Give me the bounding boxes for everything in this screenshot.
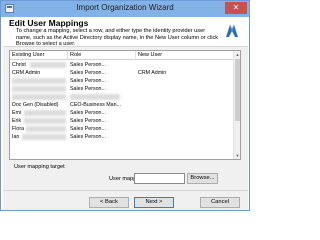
column-header-new-user[interactable]: New User xyxy=(136,51,234,60)
redacted-name xyxy=(22,134,66,140)
redacted-name xyxy=(24,110,66,116)
cell-role: Sales Person... xyxy=(70,134,106,140)
column-header-role[interactable]: Role xyxy=(68,51,136,60)
scroll-thumb[interactable] xyxy=(235,59,240,121)
wizard-content: Edit User Mappings To change a mapping, … xyxy=(3,17,248,210)
redacted-name xyxy=(24,118,66,124)
cell-role: Sales Person... xyxy=(70,126,106,132)
footer-divider xyxy=(3,190,248,191)
redacted-name xyxy=(30,62,66,68)
cell-new-user[interactable] xyxy=(136,85,234,93)
table-row[interactable]: Doc Gen (Disabled) CEO-Business Man... xyxy=(10,101,234,109)
cell-new-user[interactable] xyxy=(136,109,234,117)
back-button[interactable]: < Back xyxy=(89,197,129,208)
cell-existing-user: CRM Admin xyxy=(12,70,41,76)
redacted-role xyxy=(70,94,120,100)
cell-role: Sales Person... xyxy=(70,62,106,68)
cell-new-user[interactable] xyxy=(136,101,234,109)
redacted-name xyxy=(12,94,66,100)
cancel-button[interactable]: Cancel xyxy=(200,197,240,208)
cell-existing-user: Doc Gen (Disabled) xyxy=(12,102,59,108)
column-header-existing-user[interactable]: Existing User xyxy=(10,51,68,60)
page-title: Edit User Mappings xyxy=(9,18,89,28)
grid-header: Existing User Role New User xyxy=(10,51,234,60)
page-description: To change a mapping, select a row, and e… xyxy=(16,28,219,47)
dynamics-logo-icon xyxy=(226,24,238,37)
cell-new-user[interactable] xyxy=(136,93,234,101)
wizard-header: Edit User Mappings To change a mapping, … xyxy=(3,17,248,47)
window-title: Import Organization Wizard xyxy=(76,3,174,12)
table-row[interactable]: Sales Person... xyxy=(10,85,234,93)
vertical-scrollbar[interactable]: ▲ ▼ xyxy=(233,51,240,159)
table-row[interactable]: Erik Sales Person... xyxy=(10,117,234,125)
redacted-name xyxy=(12,86,66,92)
redacted-name xyxy=(12,78,66,84)
scroll-up-icon[interactable]: ▲ xyxy=(234,51,240,58)
cell-role: Sales Person... xyxy=(70,78,106,84)
close-button[interactable]: ✕ xyxy=(225,2,247,14)
cell-role: Sales Person... xyxy=(70,110,106,116)
cell-new-user[interactable] xyxy=(136,133,234,141)
cell-new-user[interactable] xyxy=(136,61,234,69)
table-row[interactable]: Emi Sales Person... xyxy=(10,109,234,117)
cell-role: CEO-Business Man... xyxy=(70,102,121,108)
wizard-window: Import Organization Wizard ✕ Edit User M… xyxy=(0,0,250,211)
browse-button[interactable]: Browse... xyxy=(187,173,218,184)
table-row[interactable]: CRM Admin Sales Person... CRM Admin xyxy=(10,69,234,77)
cell-role: Sales Person... xyxy=(70,118,106,124)
table-row[interactable]: Flora Sales Person... xyxy=(10,125,234,133)
user-mapping-input[interactable] xyxy=(134,173,185,184)
table-row[interactable]: Sales Person... xyxy=(10,77,234,85)
table-row[interactable]: Ian Sales Person... xyxy=(10,133,234,141)
scroll-down-icon[interactable]: ▼ xyxy=(234,152,240,159)
cell-new-user[interactable]: CRM Admin xyxy=(136,69,234,77)
title-bar[interactable]: Import Organization Wizard ✕ xyxy=(1,1,249,17)
user-mapping-grid[interactable]: Existing User Role New User Christ Sales… xyxy=(9,50,241,160)
user-mapping-target-label: User mapping target xyxy=(14,164,65,170)
cell-new-user[interactable] xyxy=(136,77,234,85)
redacted-name xyxy=(26,126,66,132)
table-row[interactable] xyxy=(10,93,234,101)
cell-new-user[interactable] xyxy=(136,117,234,125)
table-row[interactable]: Christ Sales Person... xyxy=(10,61,234,69)
cell-role: Sales Person... xyxy=(70,86,106,92)
cell-new-user[interactable] xyxy=(136,125,234,133)
next-button[interactable]: Next > xyxy=(134,197,174,208)
cell-role: Sales Person... xyxy=(70,70,106,76)
